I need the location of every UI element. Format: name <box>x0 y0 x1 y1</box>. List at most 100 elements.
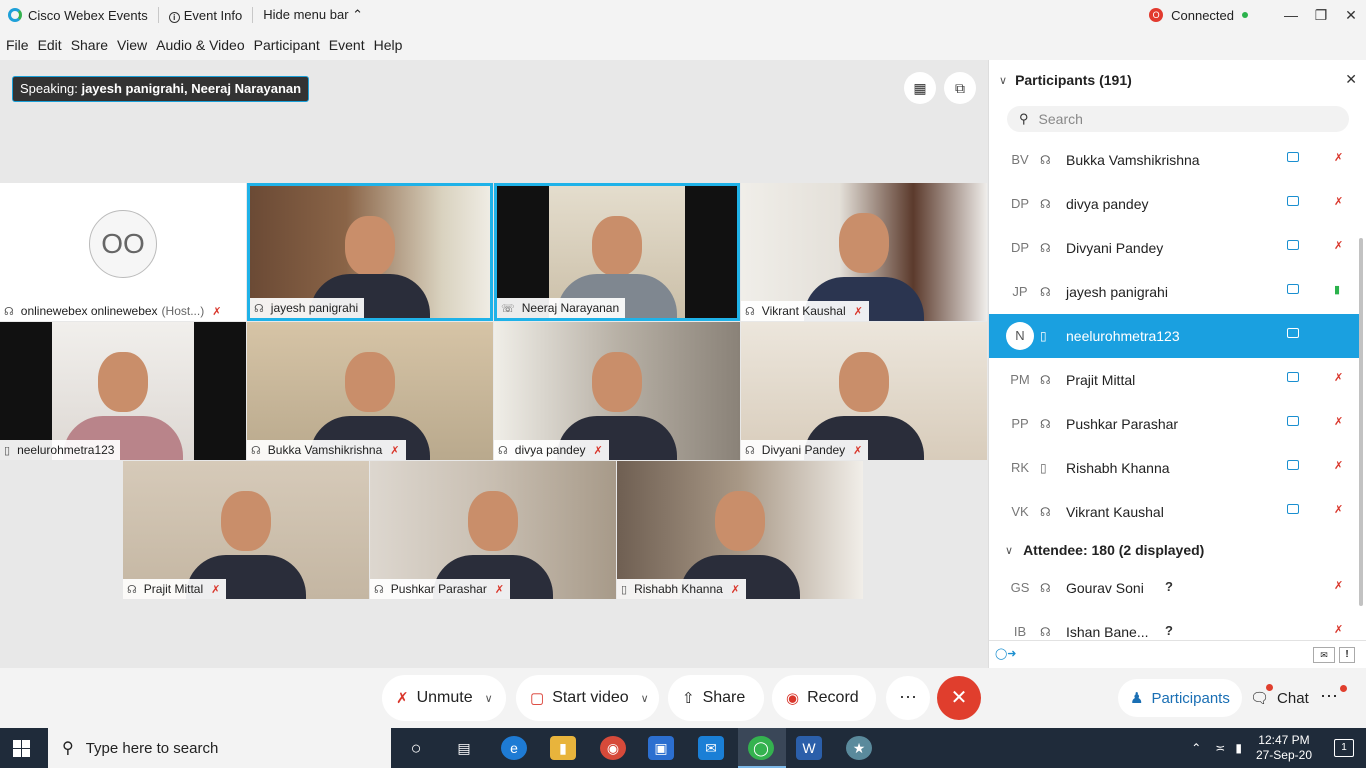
menu-edit[interactable]: Edit <box>38 37 62 53</box>
mail-icon[interactable]: ✉ <box>698 736 724 760</box>
mic-muted-icon[interactable]: ✗ <box>1334 579 1343 592</box>
more-options-button[interactable]: ··· <box>886 676 930 720</box>
share-button[interactable]: ⇧ Share <box>668 675 764 721</box>
mic-muted-icon[interactable]: ✗ <box>1334 195 1343 208</box>
menu-share[interactable]: Share <box>71 37 108 53</box>
video-tile[interactable]: ☊ divya pandey ✗ <box>494 322 740 460</box>
menu-audio-video[interactable]: Audio & Video <box>156 37 244 53</box>
video-tile[interactable]: ▯ neelurohmetra123 <box>0 322 246 460</box>
list-item[interactable]: PP ☊ Pushkar Parashar ✗ <box>989 402 1359 446</box>
mic-active-icon[interactable]: ▮ <box>1334 283 1340 296</box>
list-item[interactable]: JP ☊ jayesh panigrahi ▮ <box>989 270 1359 314</box>
end-meeting-button[interactable]: ✕ <box>937 676 981 720</box>
list-item[interactable]: DP ☊ Divyani Pandey ✗ <box>989 226 1359 270</box>
chevron-down-icon: ∨ <box>1005 544 1014 557</box>
file-explorer-icon[interactable]: ▮ <box>550 736 576 760</box>
cortana-icon[interactable]: ○ <box>403 736 429 760</box>
task-view-icon[interactable]: ▤ <box>451 736 477 760</box>
chrome-icon[interactable]: ◉ <box>600 736 626 760</box>
grid-layout-button[interactable]: ▦ <box>904 72 936 104</box>
mic-muted-icon: ✗ <box>853 444 863 457</box>
unmute-button[interactable]: ✗ Unmute ∨ <box>382 675 506 721</box>
taskbar-search-placeholder: Type here to search <box>85 739 219 757</box>
menu-event[interactable]: Event <box>329 37 365 53</box>
close-icon[interactable]: ✕ <box>1345 71 1357 88</box>
store-icon[interactable]: ▣ <box>648 736 674 760</box>
participant-name: jayesh panigrahi <box>270 301 359 315</box>
chevron-down-icon[interactable]: ∨ <box>641 692 649 705</box>
search-input[interactable]: ⚲ Search <box>1007 106 1349 132</box>
video-off-icon: ▢ <box>530 690 545 707</box>
record-button[interactable]: ◉ Record <box>772 675 876 721</box>
clock[interactable]: 12:47 PM 27-Sep-20 <box>1256 733 1312 763</box>
mic-muted-icon[interactable]: ✗ <box>1334 459 1343 472</box>
popout-button[interactable]: ⧉ <box>944 72 976 104</box>
menu-participant[interactable]: Participant <box>254 37 320 53</box>
scrollbar[interactable] <box>1359 238 1363 606</box>
chevron-up-icon[interactable]: ⌃ <box>1191 741 1201 755</box>
chat-tab[interactable]: 🗨 Chat <box>1238 679 1321 717</box>
battery-icon[interactable]: ▮ <box>1235 741 1242 755</box>
video-icon <box>1287 284 1299 294</box>
paint-icon[interactable]: ★ <box>846 736 872 760</box>
video-tile[interactable]: ☊ jayesh panigrahi <box>247 183 493 321</box>
mic-muted-icon[interactable]: ✗ <box>1334 151 1343 164</box>
video-tile[interactable]: ☊ Prajit Mittal ✗ <box>123 461 369 599</box>
list-item[interactable]: GS ☊ Gourav Soni ? ✗ <box>989 566 1359 610</box>
list-item[interactable]: N ▯ neelurohmetra123 <box>989 314 1359 358</box>
restore-icon[interactable]: ❐ <box>1306 7 1336 24</box>
mic-muted-icon[interactable]: ✗ <box>1334 371 1343 384</box>
video-person <box>98 352 148 412</box>
event-info-button[interactable]: i Event Info <box>168 8 242 23</box>
connection-status-icon: O <box>1149 8 1164 22</box>
mic-muted-icon[interactable]: ✗ <box>1334 503 1343 516</box>
taskbar-search-input[interactable]: ⚲ Type here to search <box>48 728 391 768</box>
alert-icon[interactable]: ! <box>1339 647 1355 663</box>
hide-menu-bar-button[interactable]: Hide menu bar ⌃ <box>263 7 363 23</box>
name-tag: ☊ jayesh panigrahi <box>250 298 365 318</box>
mic-muted-icon[interactable]: ✗ <box>1334 239 1343 252</box>
search-icon: ⚲ <box>1019 111 1029 126</box>
menu-view[interactable]: View <box>117 37 147 53</box>
video-tile[interactable]: OO ☊ onlinewebex onlinewebex (Host...) ✗ <box>0 183 246 321</box>
chevron-down-icon[interactable]: ∨ <box>999 74 1007 87</box>
video-tile[interactable]: ☊ Bukka Vamshikrishna ✗ <box>247 322 493 460</box>
participants-tab[interactable]: ♟ Participants <box>1118 679 1242 717</box>
more-icon[interactable]: ⋯ <box>1320 686 1338 707</box>
menu-file[interactable]: File <box>6 37 29 53</box>
participant-name: Divyani Pandey <box>1066 240 1164 256</box>
video-tile[interactable]: ☊ Pushkar Parashar ✗ <box>370 461 616 599</box>
video-person <box>715 491 765 551</box>
video-tile[interactable]: ☊ Divyani Pandey ✗ <box>741 322 987 460</box>
word-icon[interactable]: W <box>796 736 822 760</box>
list-item[interactable]: DP ☊ divya pandey ✗ <box>989 182 1359 226</box>
start-video-button[interactable]: ▢ Start video ∨ <box>516 675 659 721</box>
connection-status: Connected <box>1171 7 1234 23</box>
video-tile[interactable]: ☏ Neeraj Narayanan <box>494 183 740 321</box>
video-person <box>345 352 395 412</box>
webex-assistant-icon[interactable]: ◯➜ <box>995 647 1017 660</box>
notification-icon[interactable]: 1 <box>1334 739 1354 757</box>
list-item[interactable]: RK ▯ Rishabh Khanna ✗ <box>989 446 1359 490</box>
mic-muted-icon[interactable]: ✗ <box>1334 415 1343 428</box>
windows-start-icon[interactable] <box>13 740 30 757</box>
chevron-down-icon[interactable]: ∨ <box>485 692 493 705</box>
attendee-section-header[interactable]: ∨ Attendee: 180 (2 displayed) <box>989 534 1359 566</box>
wifi-icon[interactable]: ≍ <box>1215 741 1225 755</box>
megaphone-icon[interactable]: ✉ <box>1313 647 1335 663</box>
phone-icon: ▯ <box>1040 461 1047 475</box>
close-icon[interactable]: ✕ <box>1336 7 1366 24</box>
edge-icon[interactable]: e <box>501 736 527 760</box>
person-icon: ♟ <box>1130 690 1144 707</box>
video-tile[interactable]: ▯ Rishabh Khanna ✗ <box>617 461 863 599</box>
list-item[interactable]: VK ☊ Vikrant Kaushal ✗ <box>989 490 1359 534</box>
letterbox <box>194 322 246 460</box>
menu-help[interactable]: Help <box>374 37 403 53</box>
list-item[interactable]: BV ☊ Bukka Vamshikrishna ✗ <box>989 138 1359 182</box>
minimize-icon[interactable]: — <box>1276 7 1306 23</box>
mic-muted-icon[interactable]: ✗ <box>1334 623 1343 636</box>
video-person <box>345 216 395 276</box>
list-item[interactable]: PM ☊ Prajit Mittal ✗ <box>989 358 1359 402</box>
video-tile[interactable]: ☊ Vikrant Kaushal ✗ <box>741 183 987 321</box>
webex-icon[interactable]: ◯ <box>748 736 774 760</box>
